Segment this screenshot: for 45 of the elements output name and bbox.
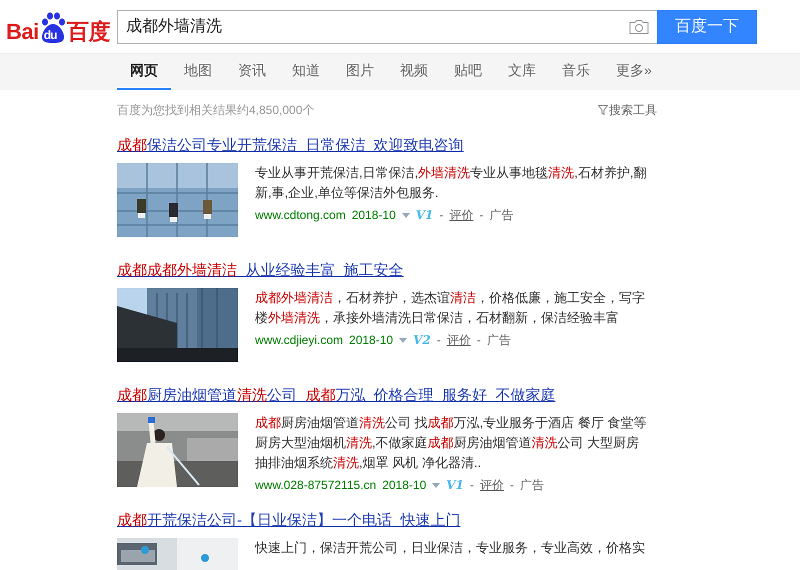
dropdown-icon[interactable] xyxy=(399,338,408,342)
result-count: 百度为您找到相关结果约4,850,000个 xyxy=(117,102,314,118)
result-description: 成都厨房油烟管道清洗公司 找成都万泓,专业服务于酒店 餐厅 食堂等厨房大型油烟机清洗,不做家庭成都厨房油烟管道清洗公司 大型厨房抽排油烟系统清洗,烟罩 风机 净化器清.. xyxy=(255,414,648,472)
nav-tab[interactable]: 音乐 xyxy=(549,54,603,90)
nav-tab[interactable]: 网页 xyxy=(117,54,171,90)
search-tools-button[interactable]: 搜索工具 xyxy=(598,102,657,118)
nav-tab[interactable]: 视频 xyxy=(387,54,441,90)
logo-text: du xyxy=(44,28,56,42)
nav-tab[interactable]: 图片 xyxy=(333,54,387,90)
separator-text: - xyxy=(510,478,514,492)
ad-label: 广告 xyxy=(489,206,514,224)
dropdown-icon[interactable] xyxy=(402,212,410,218)
separator-text: - xyxy=(470,478,474,492)
result-date: 2018-10 xyxy=(352,208,396,222)
filter-icon xyxy=(598,105,608,115)
result-description: 快速上门，保洁开荒公司，日业保洁，专业服务，专业高效，价格实 xyxy=(255,539,646,557)
result-date: 2018-10 xyxy=(349,333,394,347)
result-url[interactable]: www.cdjieyi.com xyxy=(255,333,344,347)
nav-tab[interactable]: 贴吧 xyxy=(441,54,495,90)
separator-text: - xyxy=(479,208,484,222)
nav-tab[interactable]: 更多» xyxy=(603,54,665,90)
result-description: 专业从事开荒保洁,日常保洁,外墙清洗专业从事地毯清洗,石材养护,翻新,事,企业,单位等保洁外包服务. xyxy=(255,164,648,202)
separator-text: - xyxy=(436,333,441,347)
search-button[interactable]: 百度一下 xyxy=(657,10,757,44)
ad-label: 广告 xyxy=(486,332,511,348)
search-field[interactable]: 成都外墙清洗 xyxy=(117,10,657,44)
result-url[interactable]: www.cdtong.com xyxy=(255,208,346,222)
paw-icon xyxy=(40,12,66,44)
separator-text: - xyxy=(476,333,481,347)
logo-text: Bai xyxy=(6,20,39,44)
rating-link[interactable]: 评价 xyxy=(480,476,504,494)
nav-tab[interactable]: 文库 xyxy=(495,54,549,90)
camera-icon[interactable] xyxy=(629,18,649,34)
logo-text: 百度 xyxy=(66,20,110,44)
result-url[interactable]: www.028-87572115.cn xyxy=(255,478,376,492)
result-date: 2018-10 xyxy=(382,478,426,492)
separator-text: - xyxy=(439,208,444,222)
rating-link[interactable]: 评价 xyxy=(446,332,471,348)
result-description: 成都外墙清洁，石材养护，选杰谊清洁，价格低廉，施工安全，写字楼外墙清洗，承接外墙清洗日常保洁，石材翻新，保洁经验丰富 xyxy=(255,289,646,327)
nav-tab[interactable]: 地图 xyxy=(171,54,225,90)
rating-link[interactable]: 评价 xyxy=(449,206,474,224)
nav-tab[interactable]: 资讯 xyxy=(225,54,279,90)
dropdown-icon[interactable] xyxy=(432,482,440,488)
ad-label: 广告 xyxy=(520,476,544,494)
nav-tab[interactable]: 知道 xyxy=(279,54,333,90)
